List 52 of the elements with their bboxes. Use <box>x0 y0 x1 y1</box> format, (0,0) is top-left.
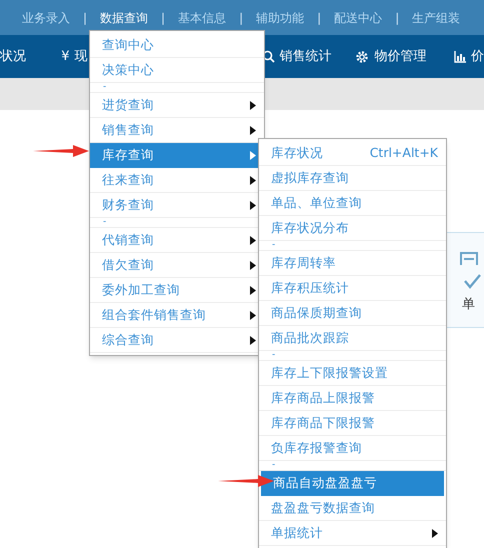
nav-divider: | <box>161 10 166 26</box>
menu-item[interactable]: 往来查询 <box>90 168 264 192</box>
menu-item[interactable]: 盘盈盘亏数据查询 <box>259 496 446 520</box>
menu-item[interactable]: 负库存报警查询 <box>259 436 446 460</box>
menu-item[interactable]: 财务查询 <box>90 193 264 217</box>
menu-item[interactable]: 决策中心 <box>90 58 264 82</box>
nav-tab[interactable]: 业务录入 <box>22 8 70 26</box>
nav-tab[interactable]: 配送中心 <box>334 8 382 26</box>
menu-item[interactable]: 商品保质期查询 <box>259 301 446 325</box>
currency-symbol: ¥ <box>61 48 70 66</box>
menu-item[interactable]: 库存商品上限报警 <box>259 386 446 410</box>
nav-tab[interactable]: 基本信息 <box>178 8 226 26</box>
bar-chart-icon <box>454 50 466 62</box>
shortcut-text: Ctrl+Alt+K <box>370 144 438 162</box>
toolbar-link[interactable]: 现 <box>74 46 88 66</box>
menu-separator: - <box>103 218 106 226</box>
menu-item[interactable]: 库存商品下限报警 <box>259 411 446 435</box>
menu-separator: - <box>272 461 276 469</box>
menu-item[interactable]: 库存状况 Ctrl+Alt+K <box>259 141 446 165</box>
nav-divider: | <box>239 10 244 26</box>
menu-separator: - <box>272 351 276 359</box>
menu-item[interactable]: 库存积压统计 <box>259 276 446 300</box>
menu-item[interactable]: 组合套件销售查询 <box>90 303 264 327</box>
nav-divider: | <box>83 10 88 26</box>
menu-item[interactable]: 查询中心 <box>90 33 264 57</box>
menu-item[interactable]: 销售查询 <box>90 118 264 142</box>
toolbar-link[interactable]: 销售统计 <box>280 46 332 66</box>
menu-item[interactable]: 虚拟库存查询 <box>259 166 446 190</box>
menu-item[interactable]: 代销查询 <box>90 228 264 252</box>
menu-item[interactable]: 库存状况分布 <box>259 216 446 240</box>
menu-item[interactable]: 单据统计 <box>259 521 446 545</box>
settings-icon <box>355 50 370 64</box>
menu-item[interactable]: 综合查询 <box>90 328 264 352</box>
menu-item[interactable]: 借欠查询 <box>90 253 264 277</box>
menu-separator: - <box>103 83 106 91</box>
nav-divider: | <box>395 10 400 26</box>
menu-item[interactable]: 进货查询 <box>90 93 264 117</box>
menu-item[interactable]: 委外加工查询 <box>90 278 264 302</box>
nav-tab[interactable]: 生产组装 <box>412 8 460 26</box>
menu-item[interactable]: 商品批次跟踪 <box>259 326 446 350</box>
menu-item[interactable]: 商品自动盘盈盘亏 <box>261 471 444 496</box>
menu-item[interactable]: 库存周转率 <box>259 251 446 275</box>
menu-item[interactable]: 库存上下限报警设置 <box>259 361 446 385</box>
nav-tab[interactable]: 辅助功能 <box>256 8 304 26</box>
menu-separator: - <box>272 241 276 249</box>
nav-tab[interactable]: 数据查询 <box>100 8 148 26</box>
toolbar-link[interactable]: 物价管理 <box>374 46 426 66</box>
toolbar-link[interactable]: 状况 <box>0 46 26 66</box>
nav-divider: | <box>317 10 322 26</box>
menu-item[interactable]: 单品、单位查询 <box>259 191 446 215</box>
card-label: 单 <box>462 296 475 314</box>
toolbar-link[interactable]: 价 <box>471 46 484 66</box>
